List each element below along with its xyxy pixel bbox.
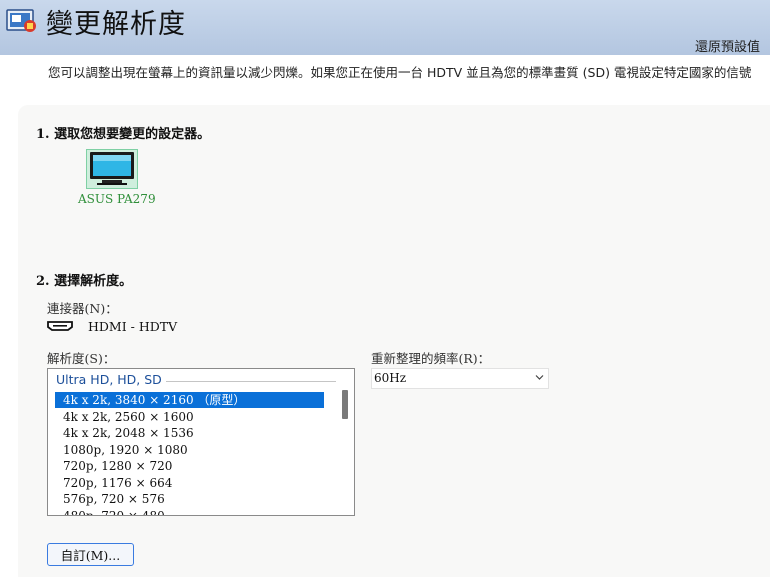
resolution-list[interactable]: Ultra HD, HD, SD 4k x 2k, 3840 × 2160 （原… [47,368,355,516]
hdmi-connector-icon [47,321,73,331]
connector-value: HDMI - HDTV [88,319,178,334]
resolution-group-header: Ultra HD, HD, SD [56,372,346,390]
chevron-down-icon [535,375,544,380]
resolution-label: 解析度(S)： [47,351,116,366]
resolution-item[interactable]: 576p, 720 × 576 [55,491,324,507]
display-settings-icon [6,9,36,32]
group-header-label: Ultra HD, HD, SD [56,372,166,387]
resolution-item[interactable]: 4k x 2k, 3840 × 2160 （原型） [55,392,324,408]
refresh-rate-select[interactable]: 60Hz [371,368,549,389]
group-divider [166,381,336,382]
page-title: 變更解析度 [46,9,186,40]
resolution-item[interactable]: 1080p, 1920 × 1080 [55,442,324,458]
restore-defaults-link[interactable]: 還原預設值 [695,36,760,55]
step2-heading: 2. 選擇解析度。 [36,274,133,289]
scrollbar-thumb[interactable] [342,390,348,419]
resolution-item[interactable]: 720p, 1280 × 720 [55,458,324,474]
header-bar: 變更解析度 還原預設值 [0,0,770,55]
resolution-list-scrollbar[interactable] [336,369,354,515]
monitor-icon[interactable] [86,149,138,189]
step1-heading: 1. 選取您想要變更的設定器。 [36,127,211,142]
resolution-item[interactable]: 480p, 720 × 480 [55,508,324,515]
refresh-rate-label: 重新整理的頻率(R)： [371,351,491,366]
display-name: ASUS PA279 [78,192,156,206]
resolution-item[interactable]: 4k x 2k, 2560 × 1600 [55,409,324,425]
connector-label: 連接器(N)： [47,301,118,316]
resolution-item[interactable]: 4k x 2k, 2048 × 1536 [55,425,324,441]
custom-resolution-button[interactable]: 自訂(M)... [47,543,134,566]
refresh-rate-value: 60Hz [374,371,407,385]
description-text: 您可以調整出現在螢幕上的資訊量以減少閃爍。如果您正在使用一台 HDTV 並且為您… [48,65,752,80]
resolution-item[interactable]: 720p, 1176 × 664 [55,475,324,491]
